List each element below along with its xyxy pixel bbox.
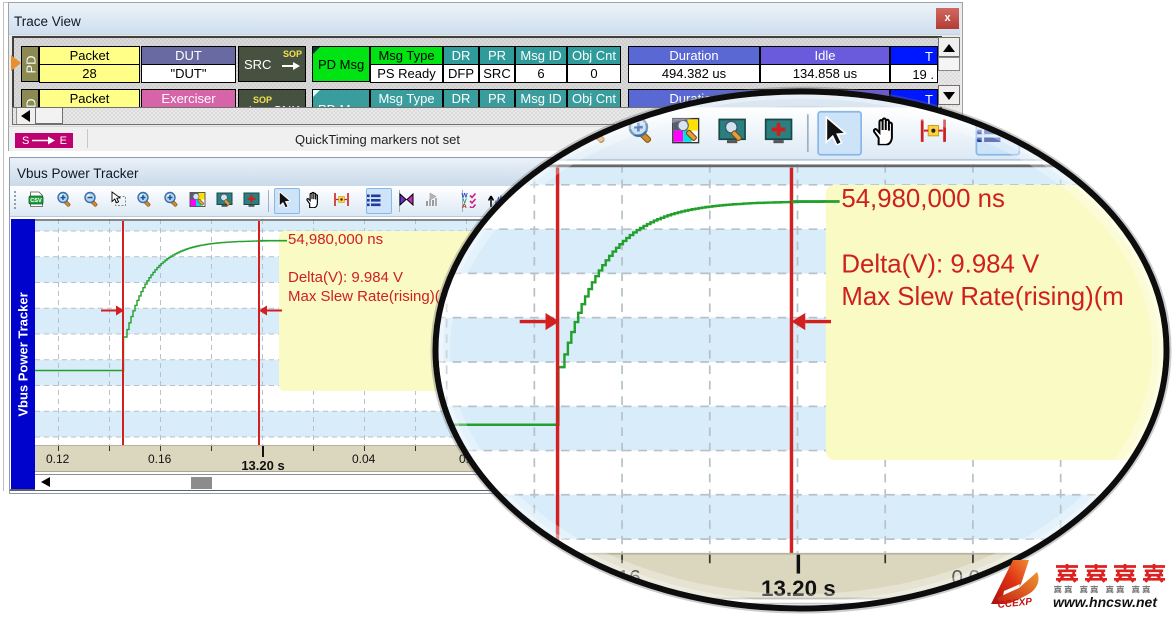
svg-text:A: A (462, 203, 467, 208)
svg-text:CCEXP: CCEXP (997, 596, 1033, 611)
svg-text:CSV: CSV (30, 198, 42, 204)
